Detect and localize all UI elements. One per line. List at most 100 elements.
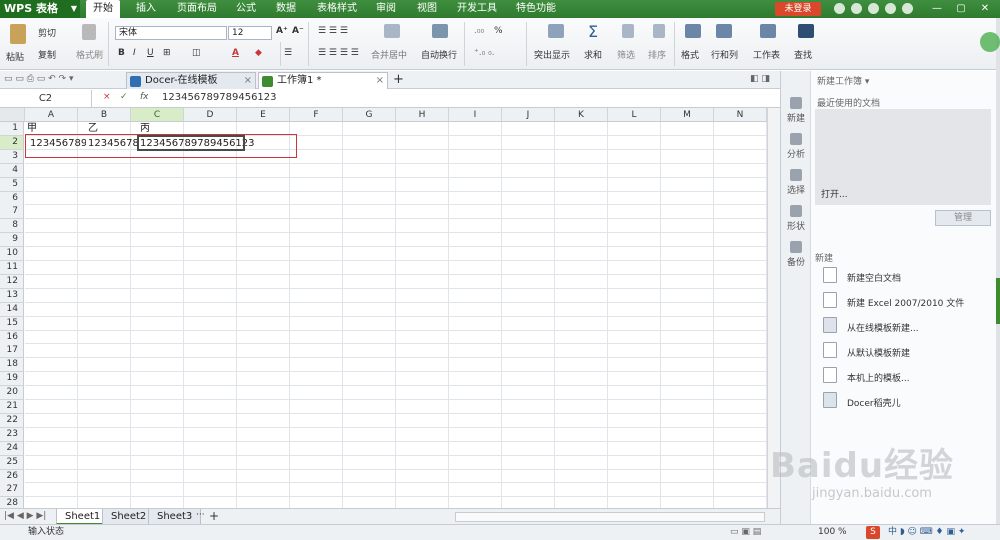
column-header-l[interactable]: L — [608, 108, 661, 122]
sheet-tab-sheet3[interactable]: Sheet3 — [148, 509, 202, 525]
column-header-g[interactable]: G — [343, 108, 396, 122]
close-icon[interactable]: × — [376, 73, 384, 89]
column-header-c[interactable]: C — [131, 108, 184, 122]
decimal-icon[interactable]: ⁺.₀ ₀. — [474, 48, 495, 58]
tab-nav-icons[interactable]: ◧ ◨ — [750, 74, 770, 84]
paste-button[interactable]: 粘贴 — [6, 50, 24, 63]
add-tab-button[interactable]: + — [393, 72, 404, 87]
column-header-m[interactable]: M — [661, 108, 714, 122]
column-header-d[interactable]: D — [184, 108, 237, 122]
online-template-link[interactable]: 从在线模板新建... — [847, 321, 919, 334]
side-analyze-button[interactable]: 分析 — [783, 133, 809, 160]
merge-icon[interactable] — [384, 24, 400, 38]
sum-icon[interactable]: Σ — [588, 22, 598, 41]
format-painter-icon[interactable] — [82, 24, 96, 40]
grow-font-icon[interactable]: A⁺ — [276, 26, 288, 36]
tab-view[interactable]: 视图 — [417, 0, 437, 18]
font-size-select[interactable]: 12 — [228, 26, 272, 40]
new-blank-link[interactable]: 新建空白文档 — [847, 271, 901, 284]
row-header-7[interactable]: 7 — [0, 205, 24, 220]
row-header-14[interactable]: 14 — [0, 302, 24, 317]
tab-data[interactable]: 数据 — [276, 0, 296, 18]
font-color-button[interactable]: A — [232, 48, 239, 58]
tab-home[interactable]: 开始 — [86, 0, 120, 18]
number-format-icon[interactable]: .₀₀ — [474, 26, 484, 36]
row-header-16[interactable]: 16 — [0, 330, 24, 345]
align-left-icon[interactable]: ☰ ☰ ☰ ☰ — [318, 48, 359, 58]
column-header-h[interactable]: H — [396, 108, 449, 122]
name-box[interactable]: C2 — [0, 90, 92, 107]
format-icon[interactable] — [685, 24, 701, 38]
sort-icon[interactable] — [653, 24, 665, 38]
rowcol-button[interactable]: 行和列 — [711, 48, 738, 61]
side-new-button[interactable]: 新建 — [783, 97, 809, 124]
bold-button[interactable]: B — [118, 48, 125, 58]
cut-button[interactable]: 剪切 — [38, 26, 56, 39]
quick-access-icons[interactable]: ▭ ▭ ⎙ ▭ ↶ ↷ ▾ — [4, 74, 73, 84]
wrap-icon[interactable] — [432, 24, 448, 38]
column-header-n[interactable]: N — [714, 108, 767, 122]
column-header-a[interactable]: A — [25, 108, 78, 122]
formula-input[interactable]: 123456789789456123 — [162, 92, 277, 103]
format-painter-button[interactable]: 格式刷 — [76, 48, 103, 61]
default-template-link[interactable]: 从默认模板新建 — [847, 346, 910, 359]
row-header-15[interactable]: 15 — [0, 316, 24, 331]
shrink-font-icon[interactable]: A⁻ — [292, 26, 304, 36]
wps-logo-button[interactable]: WPS 表格 ▼ — [0, 0, 80, 18]
row-header-17[interactable]: 17 — [0, 344, 24, 359]
row-header-22[interactable]: 22 — [0, 413, 24, 428]
align-top-icon[interactable]: ☰ ☰ ☰ — [318, 26, 348, 36]
column-header-j[interactable]: J — [502, 108, 555, 122]
side-shape-button[interactable]: 形状 — [783, 205, 809, 232]
filter-icon[interactable] — [622, 24, 634, 38]
rowcol-icon[interactable] — [716, 24, 732, 38]
fill-color-icon[interactable]: ◫ — [192, 48, 201, 58]
percent-button[interactable]: % — [494, 26, 503, 36]
filter-button[interactable]: 筛选 — [617, 48, 635, 61]
merge-button[interactable]: 合并居中 — [371, 48, 407, 61]
row-header-21[interactable]: 21 — [0, 400, 24, 414]
sum-button[interactable]: 求和 — [584, 48, 602, 61]
tab-docer-templates[interactable]: Docer-在线模板 × — [126, 72, 256, 89]
tab-formula[interactable]: 公式 — [236, 0, 256, 18]
column-header-b[interactable]: B — [78, 108, 131, 122]
row-header-6[interactable]: 6 — [0, 191, 24, 206]
row-header-18[interactable]: 18 — [0, 358, 24, 373]
font-name-select[interactable]: 宋体 — [115, 26, 227, 40]
row-header-2[interactable]: 2 — [0, 135, 24, 150]
row-header-26[interactable]: 26 — [0, 469, 24, 484]
close-icon[interactable]: × — [244, 73, 252, 89]
row-header-1[interactable]: 1 — [0, 122, 24, 136]
ime-toolbar-icons[interactable]: 中 ◗ ☺ ⌨ ♦ ▣ ✦ — [888, 525, 965, 540]
tab-table-style[interactable]: 表格样式 — [317, 0, 357, 18]
row-header-27[interactable]: 27 — [0, 483, 24, 498]
login-button[interactable]: 未登录 — [775, 2, 821, 16]
avatar[interactable] — [980, 32, 1000, 52]
row-header-3[interactable]: 3 — [0, 149, 24, 164]
row-header-11[interactable]: 11 — [0, 261, 24, 275]
maximize-icon[interactable]: ▢ — [950, 0, 972, 18]
add-sheet-button[interactable]: + — [209, 509, 219, 523]
help-icon[interactable] — [834, 3, 845, 14]
wrap-button[interactable]: 自动换行 — [421, 48, 457, 61]
sheet-icon[interactable] — [760, 24, 776, 38]
row-header-28[interactable]: 28 — [0, 497, 24, 508]
horizontal-scrollbar[interactable] — [455, 512, 765, 522]
highlight-icon[interactable] — [548, 24, 564, 38]
find-button[interactable]: 查找 — [794, 48, 812, 61]
row-header-4[interactable]: 4 — [0, 163, 24, 178]
sort-button[interactable]: 排序 — [648, 48, 666, 61]
skin-icon[interactable] — [868, 3, 879, 14]
column-header-e[interactable]: E — [237, 108, 290, 122]
row-header-8[interactable]: 8 — [0, 219, 24, 234]
row-header-19[interactable]: 19 — [0, 372, 24, 387]
tab-insert[interactable]: 插入 — [136, 0, 156, 18]
row-header-12[interactable]: 12 — [0, 274, 24, 289]
new-excel-link[interactable]: 新建 Excel 2007/2010 文件 — [847, 296, 964, 309]
row-header-5[interactable]: 5 — [0, 177, 24, 192]
side-backup-button[interactable]: 备份 — [783, 241, 809, 268]
column-header-k[interactable]: K — [555, 108, 608, 122]
local-template-link[interactable]: 本机上的模板... — [847, 371, 910, 384]
view-icons[interactable]: ▭ ▣ ▤ — [730, 525, 761, 540]
copy-button[interactable]: 复制 — [38, 48, 56, 61]
